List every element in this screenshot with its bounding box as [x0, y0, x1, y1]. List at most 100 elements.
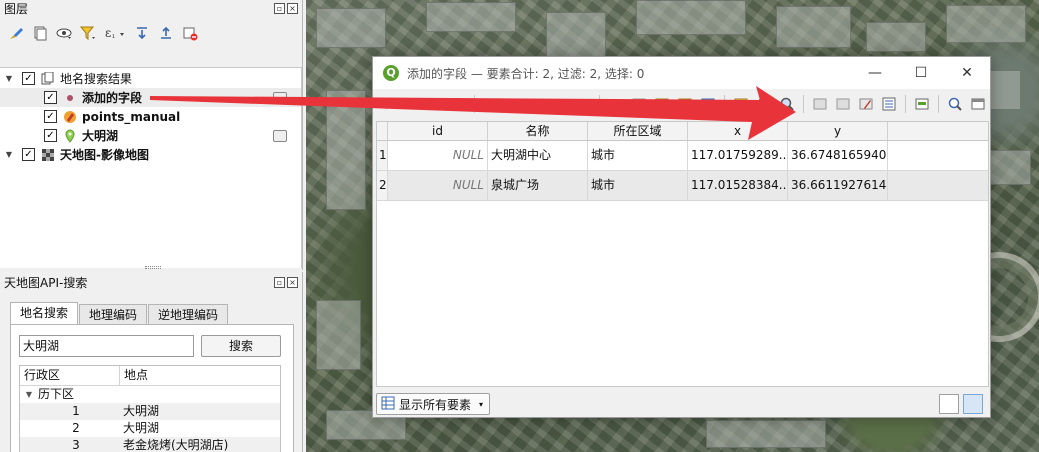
cell-name[interactable]: 大明湖中心: [488, 141, 588, 170]
svg-text:₁: ₁: [112, 31, 115, 40]
collapse-all-icon[interactable]: [156, 23, 176, 43]
tab-place-search[interactable]: 地名搜索: [10, 302, 79, 325]
add-group-icon[interactable]: [30, 23, 50, 43]
layer-edit-status-icon[interactable]: [273, 91, 287, 104]
layer-checkbox[interactable]: ✓: [44, 129, 57, 142]
row-number[interactable]: 2: [377, 171, 388, 200]
paste-icon[interactable]: [573, 94, 593, 114]
cell-y[interactable]: 36.6611927614: [788, 171, 888, 200]
layer-added-fields[interactable]: ✓ 添加的字段: [0, 88, 301, 107]
result-row[interactable]: 1 大明湖: [20, 403, 280, 420]
select-by-expression-icon[interactable]: [606, 94, 626, 114]
copy-icon[interactable]: [550, 94, 570, 114]
attribute-grid: id 名称 所在区域 x y 1 NULL 大明湖中心 城市 117.01759…: [376, 121, 989, 387]
cell-y[interactable]: 36.6748165940: [788, 141, 888, 170]
float-panel-icon[interactable]: ▫: [274, 277, 285, 288]
layer-name: 添加的字段: [82, 91, 143, 105]
column-header-place[interactable]: 地点: [120, 366, 280, 385]
result-index: 2: [72, 421, 80, 435]
maximize-icon[interactable]: ☐: [898, 57, 944, 89]
conditional-formatting-icon[interactable]: [912, 94, 932, 114]
cell-area[interactable]: 城市: [588, 141, 688, 170]
row-number[interactable]: 1: [377, 141, 388, 170]
close-panel-icon[interactable]: ×: [287, 3, 298, 14]
tab-reverse-geocode[interactable]: 逆地理编码: [148, 304, 229, 325]
map-pin-icon: [63, 129, 77, 143]
search-button[interactable]: 搜索: [201, 335, 281, 357]
paint-brush-icon[interactable]: [6, 23, 26, 43]
move-selection-top-icon[interactable]: [731, 94, 751, 114]
field-calculator-pencil-icon[interactable]: [856, 94, 876, 114]
add-feature-icon[interactable]: [481, 94, 501, 114]
float-panel-icon[interactable]: ▫: [274, 3, 285, 14]
remove-layer-icon[interactable]: [180, 23, 200, 43]
cell-id[interactable]: NULL: [388, 171, 488, 200]
cell-x[interactable]: 117.01528384...: [688, 171, 788, 200]
layer-daming-lake[interactable]: ✓ 大明湖: [0, 126, 301, 145]
table-view-icon[interactable]: [963, 394, 983, 414]
column-header-name[interactable]: 名称: [488, 122, 588, 140]
results-group-row[interactable]: ▼ 历下区: [20, 386, 280, 403]
layer-group-search-results[interactable]: ▼ ✓ 地名搜索结果: [0, 69, 301, 88]
cut-icon[interactable]: [527, 94, 547, 114]
save-edits-icon[interactable]: [425, 94, 445, 114]
table-row[interactable]: 1 NULL 大明湖中心 城市 117.01759289... 36.67481…: [377, 141, 988, 171]
close-icon[interactable]: ✕: [944, 57, 990, 89]
cell-id[interactable]: NULL: [388, 141, 488, 170]
zoom-to-selection-icon[interactable]: [777, 94, 797, 114]
multi-edit-icon[interactable]: [402, 94, 422, 114]
window-titlebar[interactable]: Q 添加的字段 — 要素合计: 2, 过滤: 2, 选择: 0 — ☐ ✕: [373, 57, 990, 89]
layer-points-manual[interactable]: ✓ points_manual: [0, 107, 301, 126]
zoom-map-icon[interactable]: [945, 94, 965, 114]
expand-all-icon[interactable]: [132, 23, 152, 43]
delete-field-icon[interactable]: [833, 94, 853, 114]
layers-panel-title: 图层: [4, 2, 29, 16]
layer-checkbox[interactable]: ✓: [44, 110, 57, 123]
result-row[interactable]: 2 大明湖: [20, 420, 280, 437]
layer-name: 地名搜索结果: [60, 72, 133, 86]
layer-tianditu-imagery[interactable]: ▼ ✓ 天地图-影像地图: [0, 145, 301, 164]
select-all-icon[interactable]: [629, 94, 649, 114]
layers-panel: 图层 ▫ × ε₁ ▼ ✓ 地名搜索结果 ✓ 添加的字段 ✓ points_ma…: [0, 0, 303, 270]
delete-feature-icon[interactable]: [504, 94, 524, 114]
cell-name[interactable]: 泉城广场: [488, 171, 588, 200]
deselect-all-icon[interactable]: [675, 94, 695, 114]
attribute-footer: 显示所有要素 ▾: [376, 391, 989, 417]
column-header-y[interactable]: y: [788, 122, 888, 140]
minimize-icon[interactable]: —: [852, 57, 898, 89]
layer-checkbox[interactable]: ✓: [22, 72, 35, 85]
field-calculator-icon[interactable]: [879, 94, 899, 114]
pan-to-selection-icon[interactable]: [754, 94, 774, 114]
invert-selection-icon[interactable]: [652, 94, 672, 114]
column-header-id[interactable]: id: [388, 122, 488, 140]
search-tab-body: 大明湖 搜索 行政区 地点 ▼ 历下区 1 大明湖 2 大明湖 3 老金烧烤(大…: [10, 324, 294, 452]
layer-checkbox[interactable]: ✓: [22, 148, 35, 161]
dock-window-icon[interactable]: [968, 94, 988, 114]
new-field-icon[interactable]: [810, 94, 830, 114]
filter-icon[interactable]: [78, 23, 98, 43]
layer-checkbox[interactable]: ✓: [44, 91, 57, 104]
visibility-eye-icon[interactable]: [54, 23, 74, 43]
layer-edit-status-icon[interactable]: [273, 129, 287, 142]
show-all-features-dropdown[interactable]: 显示所有要素 ▾: [376, 393, 491, 415]
form-view-icon[interactable]: [939, 394, 959, 414]
result-row[interactable]: 3 老金烧烤(大明湖店): [20, 437, 280, 452]
expand-arrow-icon[interactable]: ▼: [3, 74, 15, 83]
cell-area[interactable]: 城市: [588, 171, 688, 200]
column-header-district[interactable]: 行政区: [20, 366, 120, 385]
column-header-x[interactable]: x: [688, 122, 788, 140]
expand-arrow-icon[interactable]: ▼: [3, 150, 15, 159]
tab-geocode[interactable]: 地理编码: [79, 304, 148, 325]
close-panel-icon[interactable]: ×: [287, 277, 298, 288]
expression-filter-icon[interactable]: ε₁: [102, 23, 128, 43]
filter-select-features-icon[interactable]: [698, 94, 718, 114]
search-input[interactable]: 大明湖: [19, 335, 194, 357]
results-group-label: 历下区: [38, 387, 75, 401]
reload-icon[interactable]: [448, 94, 468, 114]
cell-x[interactable]: 117.01759289...: [688, 141, 788, 170]
toggle-editing-icon[interactable]: [379, 94, 399, 114]
table-row[interactable]: 2 NULL 泉城广场 城市 117.01528384... 36.661192…: [377, 171, 988, 201]
svg-text:ε: ε: [105, 26, 111, 40]
expand-arrow-icon[interactable]: ▼: [20, 386, 38, 403]
column-header-area[interactable]: 所在区域: [588, 122, 688, 140]
